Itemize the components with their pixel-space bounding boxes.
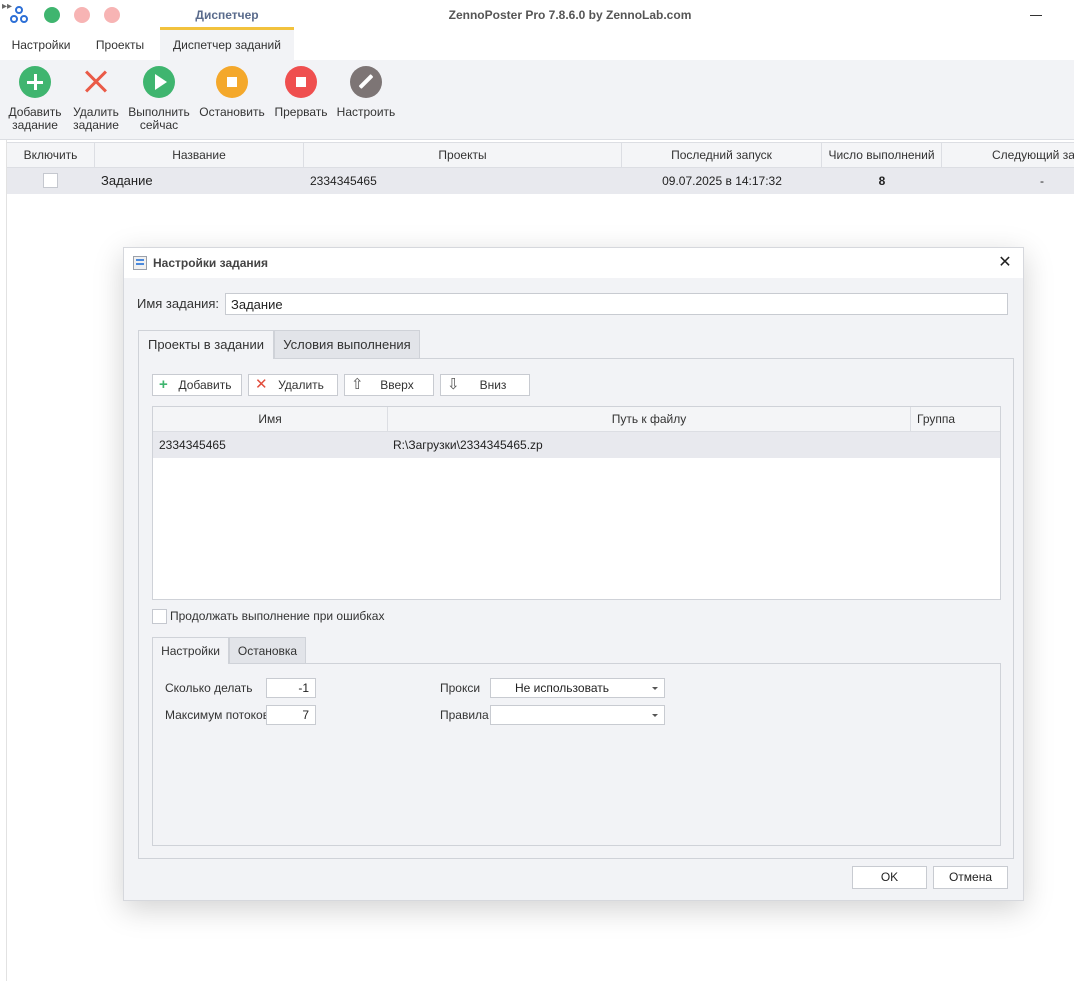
- table-row[interactable]: Задание 2334345465 09.07.2025 в 14:17:32…: [7, 168, 1074, 194]
- context-tab-dispatcher[interactable]: Диспетчер: [160, 0, 294, 30]
- run-now-label: Выполнить сейчас: [128, 105, 190, 132]
- quick-add-icon[interactable]: [44, 7, 60, 23]
- move-down-button[interactable]: ⇩ Вниз: [440, 374, 530, 396]
- subtab-settings[interactable]: Настройки: [152, 637, 229, 664]
- move-up-button[interactable]: ⇧ Вверх: [344, 374, 434, 396]
- settings-subpanel: Сколько делать -1 Максимум потоков 7 Про…: [152, 663, 1001, 846]
- project-name: 2334345465: [159, 438, 226, 452]
- projects-table-header: Имя Путь к файлу Группа: [153, 407, 1000, 432]
- column-last-run[interactable]: Последний запуск: [622, 143, 822, 168]
- column-projects[interactable]: Проекты: [304, 143, 622, 168]
- tab-run-conditions[interactable]: Условия выполнения: [274, 330, 420, 358]
- abort-button[interactable]: Прервать: [270, 66, 332, 119]
- task-projects: 2334345465: [310, 174, 377, 188]
- window-title: ZennoPoster Pro 7.8.6.0 by ZennoLab.com: [448, 8, 692, 22]
- configure-label: Настроить: [336, 105, 396, 119]
- task-settings-icon: [133, 256, 147, 270]
- remove-project-label: Удалить: [278, 378, 324, 392]
- column-name[interactable]: Название: [95, 143, 304, 168]
- delete-task-button[interactable]: Удалить задание: [70, 66, 122, 132]
- stop-icon: [216, 66, 248, 98]
- task-next-run: -: [1040, 174, 1044, 188]
- play-icon: [143, 66, 175, 98]
- add-project-button[interactable]: + Добавить: [152, 374, 242, 396]
- run-now-button[interactable]: Выполнить сейчас: [128, 66, 190, 132]
- how-many-input[interactable]: -1: [266, 678, 316, 698]
- configure-button[interactable]: Настроить: [336, 66, 396, 119]
- how-many-label: Сколько делать: [165, 681, 253, 695]
- column-group[interactable]: Группа: [911, 407, 1000, 431]
- tab-projects-in-task[interactable]: Проекты в задании: [138, 330, 274, 359]
- title-bar: ▸▸ Диспетчер ZennoPoster Pro 7.8.6.0 by …: [0, 0, 1074, 30]
- continue-on-errors-label[interactable]: Продолжать выполнение при ошибках: [170, 608, 384, 625]
- task-name-input[interactable]: [225, 293, 1008, 315]
- proxy-label: Прокси: [440, 681, 481, 695]
- column-run-count[interactable]: Число выполнений: [822, 143, 942, 168]
- table-row[interactable]: 2334345465 R:\Загрузки\2334345465.zp: [153, 432, 1000, 458]
- close-icon[interactable]: ✕: [996, 254, 1014, 272]
- task-run-count: 8: [878, 174, 886, 188]
- max-threads-input[interactable]: 7: [266, 705, 316, 725]
- stop-label: Остановить: [199, 105, 265, 119]
- rules-label: Правила: [440, 708, 489, 722]
- tasks-table-header: Включить Название Проекты Последний запу…: [7, 142, 1074, 168]
- project-path: R:\Загрузки\2334345465.zp: [393, 438, 543, 452]
- subtab-stop[interactable]: Остановка: [229, 637, 306, 663]
- quick-play-icon[interactable]: [74, 7, 90, 23]
- continue-on-errors-checkbox[interactable]: [152, 609, 167, 624]
- move-down-label: Вниз: [479, 378, 507, 392]
- task-name-label: Имя задания:: [137, 296, 220, 311]
- quick-stop-icon[interactable]: [104, 7, 120, 23]
- dialog-title: Настройки задания: [153, 256, 269, 270]
- task-name: Задание: [101, 173, 153, 188]
- stop-button[interactable]: Остановить: [198, 66, 266, 119]
- column-file-path[interactable]: Путь к файлу: [388, 407, 911, 431]
- chevron-down-icon: [652, 687, 658, 690]
- delete-task-label: Удалить задание: [73, 105, 119, 132]
- ok-button[interactable]: OK: [852, 866, 927, 889]
- column-next-run[interactable]: Следующий запуск: [942, 143, 1074, 168]
- task-settings-dialog: Настройки задания ✕ Имя задания: Проекты…: [123, 247, 1024, 901]
- cross-icon: [80, 66, 112, 98]
- dialog-title-bar: Настройки задания ✕: [124, 248, 1023, 278]
- minimize-icon[interactable]: [1030, 15, 1042, 16]
- task-last-run: 09.07.2025 в 14:17:32: [662, 174, 782, 188]
- projects-table: Имя Путь к файлу Группа 2334345465 R:\За…: [152, 406, 1001, 600]
- ribbon: Добавить задание Удалить задание Выполни…: [0, 60, 1074, 140]
- plus-icon: [19, 66, 51, 98]
- cancel-button[interactable]: Отмена: [933, 866, 1008, 889]
- add-task-button[interactable]: Добавить задание: [6, 66, 64, 132]
- tab-projects[interactable]: Проекты: [82, 30, 158, 60]
- max-threads-label: Максимум потоков: [165, 708, 270, 722]
- add-task-label: Добавить задание: [8, 105, 62, 132]
- add-project-label: Добавить: [178, 378, 232, 392]
- column-project-name[interactable]: Имя: [153, 407, 388, 431]
- pencil-icon: [350, 66, 382, 98]
- chevron-down-icon: [652, 714, 658, 717]
- abort-icon: [285, 66, 317, 98]
- left-panel-edge: [0, 140, 7, 981]
- proxy-value: Не использовать: [515, 681, 609, 695]
- enable-checkbox[interactable]: [43, 173, 58, 188]
- remove-project-button[interactable]: ✕ Удалить: [248, 374, 338, 396]
- zennoposter-logo-icon: [10, 6, 28, 23]
- projects-tab-panel: + Добавить ✕ Удалить ⇧ Вверх ⇩ Вниз Имя …: [138, 358, 1014, 859]
- move-up-label: Вверх: [380, 378, 414, 392]
- tab-settings[interactable]: Настройки: [0, 30, 82, 60]
- abort-label: Прервать: [274, 105, 328, 119]
- column-enable[interactable]: Включить: [7, 143, 95, 168]
- tab-task-manager[interactable]: Диспетчер заданий: [160, 30, 294, 60]
- rules-select[interactable]: [490, 705, 665, 725]
- ribbon-tabs: Настройки Проекты Диспетчер заданий: [0, 30, 1074, 60]
- proxy-select[interactable]: Не использовать: [490, 678, 665, 698]
